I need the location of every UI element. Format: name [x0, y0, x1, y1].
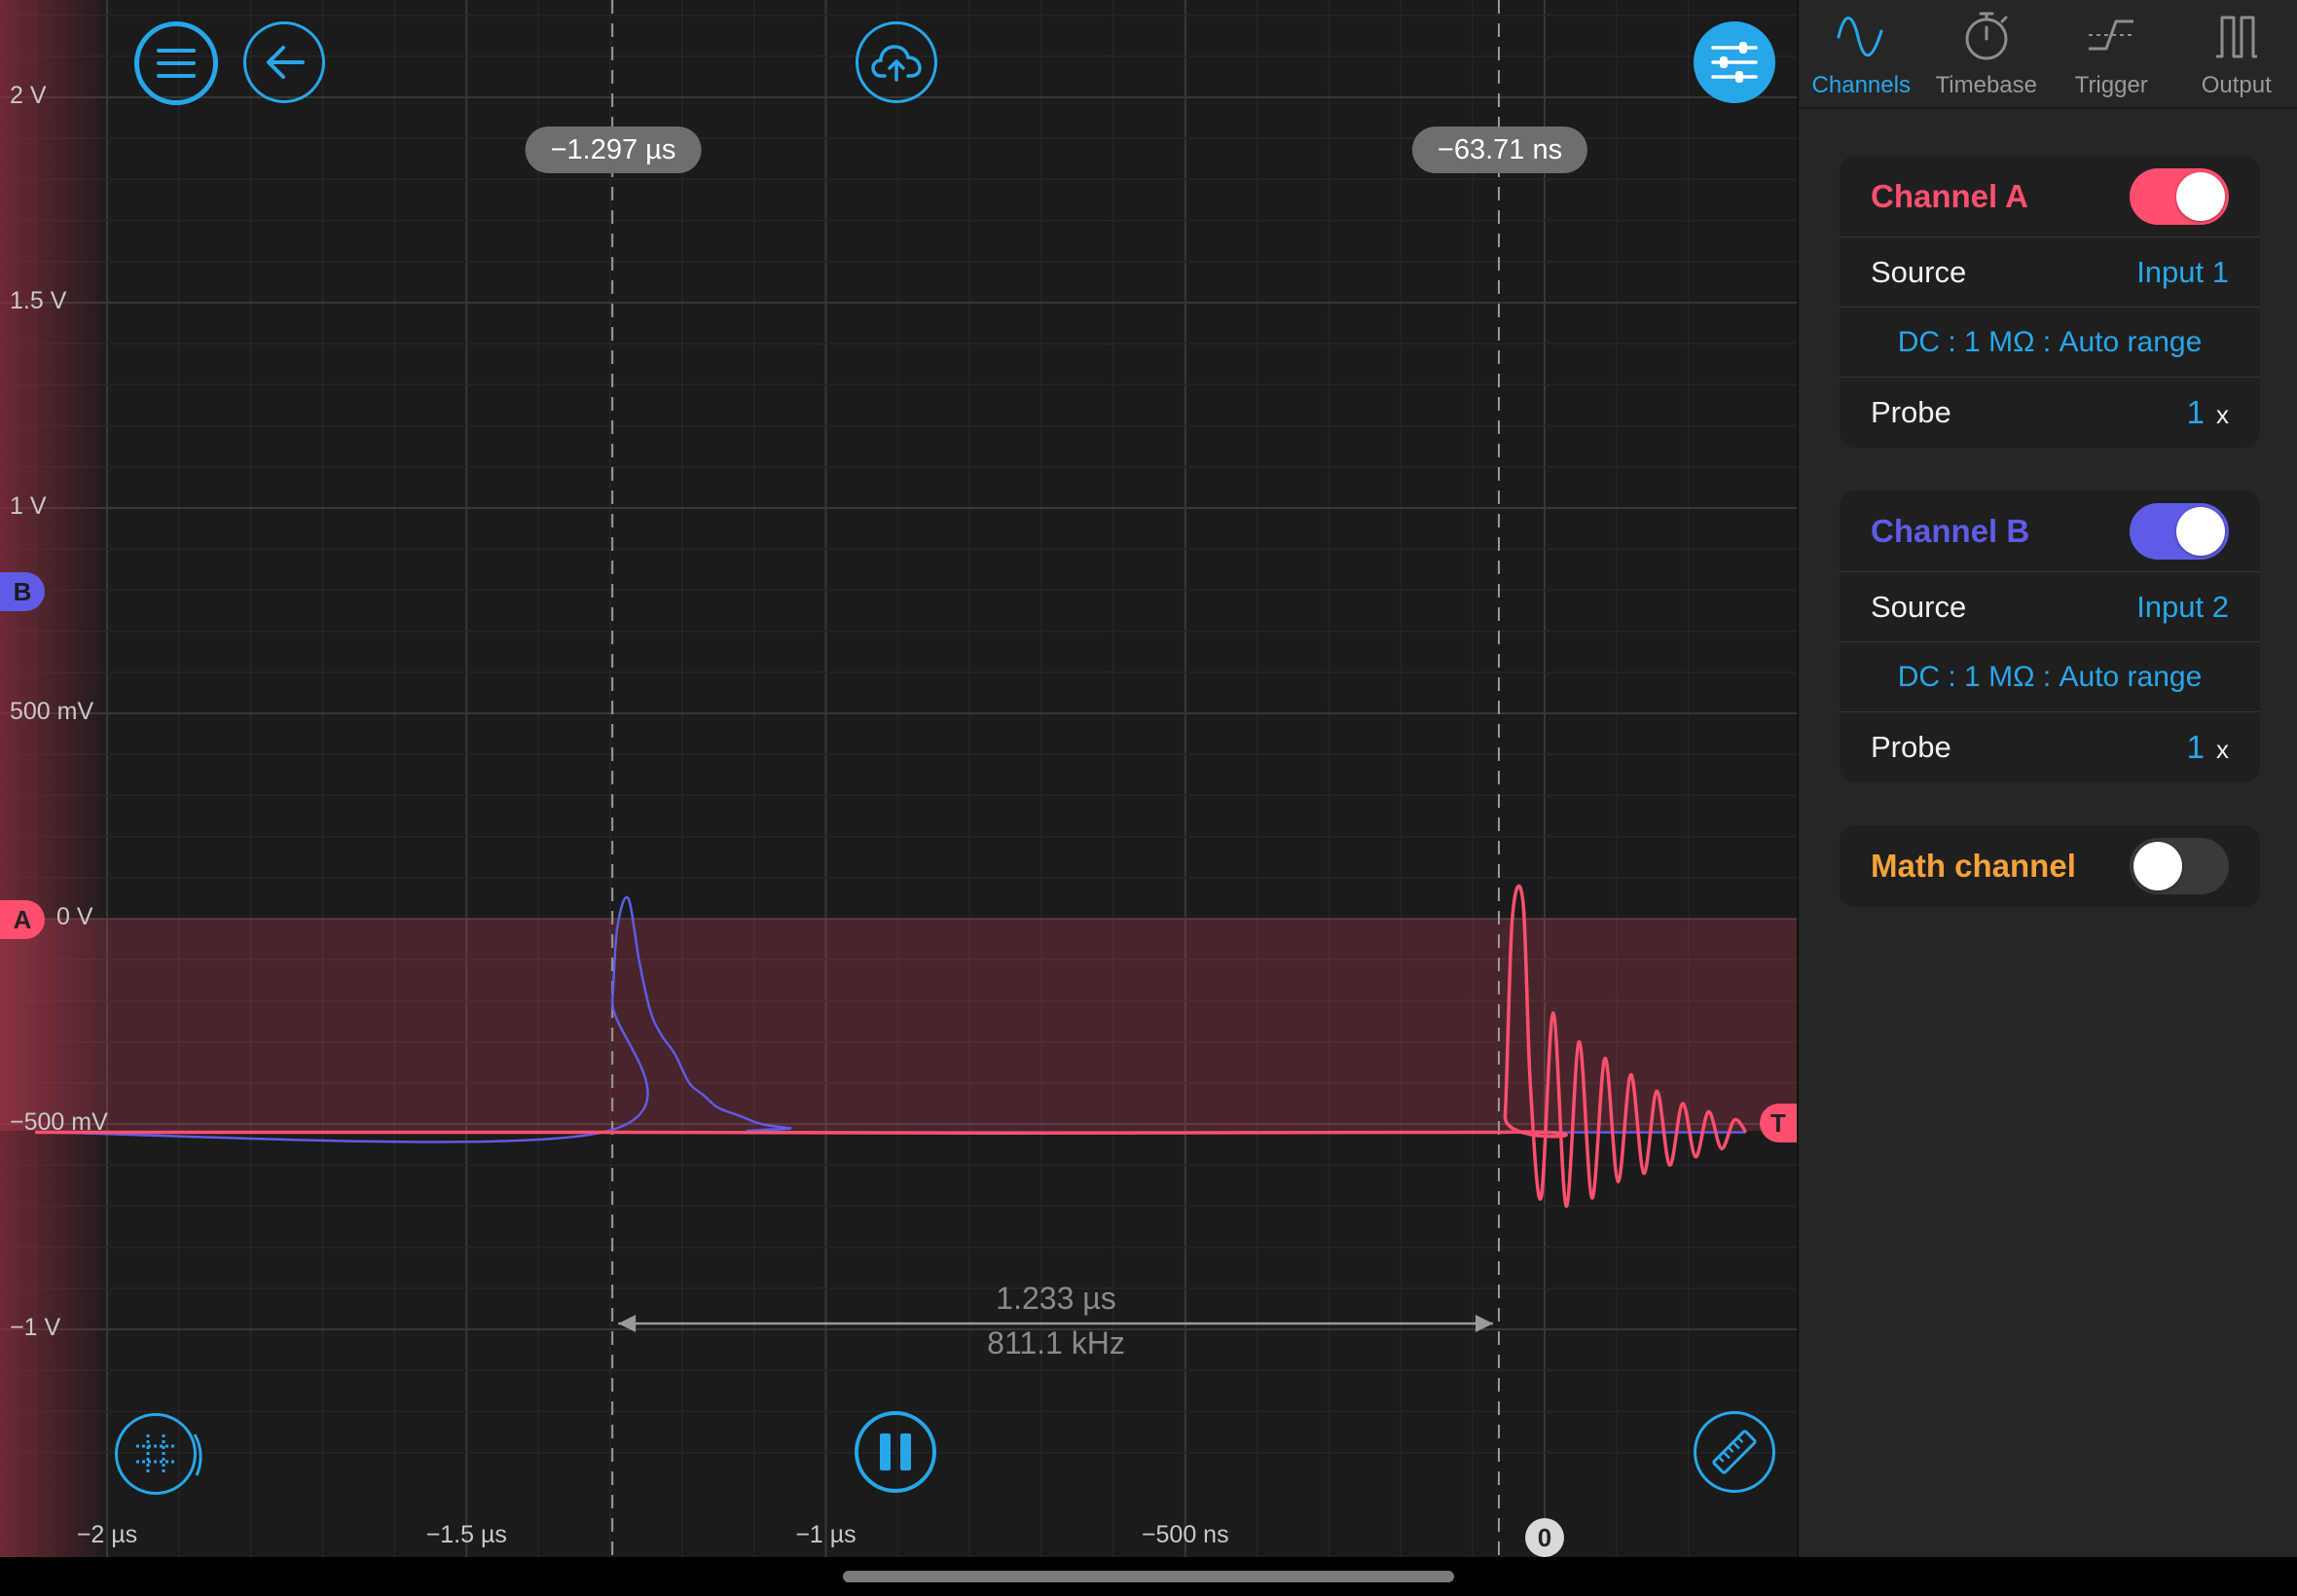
cloud-upload-icon — [871, 45, 922, 82]
y-axis-label: 0 V — [56, 903, 93, 930]
y-axis-label: −1 V — [10, 1314, 61, 1341]
sine-wave-icon — [1837, 17, 1883, 57]
sliders-icon — [1711, 42, 1758, 83]
settings-panel: Channels Timebase Trigger Output Channel… — [1797, 0, 2297, 1557]
channel-b-card: Channel B Source Input 2 DC : 1 MΩ : Aut… — [1840, 490, 2260, 782]
tab-trigger-label: Trigger — [2074, 72, 2148, 98]
ruler-icon — [1712, 1430, 1757, 1474]
marker-b-label: B — [13, 576, 32, 606]
x-axis-label: −1 µs — [795, 1521, 857, 1548]
scope-canvas[interactable] — [0, 0, 1797, 1557]
math-channel-title: Math channel — [1871, 848, 2076, 884]
stopwatch-icon — [1965, 12, 2008, 60]
y-axis-label: 2 V — [10, 82, 47, 109]
y-axis-label: −500 mV — [10, 1108, 108, 1136]
y-axis-label: 1 V — [10, 492, 47, 520]
x-axis-label: −500 ns — [1141, 1521, 1229, 1548]
channel-b-probe-value[interactable]: 1x — [2187, 729, 2229, 766]
channel-b-offset-marker[interactable]: B — [0, 572, 45, 611]
cloud-upload-button[interactable] — [856, 21, 937, 103]
channel-b-probe-number: 1 — [2186, 729, 2205, 765]
channel-b-source-value[interactable]: Input 2 — [2136, 590, 2229, 625]
arrow-left-icon — [267, 46, 305, 79]
tab-timebase[interactable]: Timebase — [1924, 0, 2050, 107]
tab-channels-label: Channels — [1811, 72, 1911, 98]
panel-tabs: Channels Timebase Trigger Output — [1799, 0, 2297, 109]
marker-t-label: T — [1770, 1107, 1786, 1138]
tab-timebase-label: Timebase — [1935, 72, 2037, 98]
tab-output-label: Output — [2201, 72, 2272, 98]
tab-output[interactable]: Output — [2174, 0, 2297, 107]
channel-a-probe-unit: x — [2216, 400, 2229, 429]
channel-a-probe-label: Probe — [1871, 395, 1951, 429]
channel-b-coupling-text: DC : 1 MΩ : Auto range — [1897, 660, 2203, 693]
channel-b-title: Channel B — [1871, 512, 2030, 549]
channel-a-offset-marker[interactable]: A — [0, 900, 45, 939]
marker-a-label: A — [13, 904, 32, 934]
measure-button[interactable] — [1694, 1411, 1775, 1493]
pause-icon — [880, 1433, 911, 1470]
tab-trigger[interactable]: Trigger — [2049, 0, 2174, 107]
math-channel-toggle[interactable] — [2130, 838, 2229, 894]
math-channel-card: Math channel — [1840, 825, 2260, 907]
hamburger-icon — [157, 49, 196, 78]
settings-button[interactable] — [1694, 21, 1775, 103]
channel-a-source-value[interactable]: Input 1 — [2136, 255, 2229, 290]
x-axis-label: −1.5 µs — [425, 1521, 507, 1548]
channel-a-card: Channel A Source Input 1 DC : 1 MΩ : Aut… — [1840, 156, 2260, 448]
cursor-left-readout[interactable]: −1.297 µs — [525, 127, 702, 173]
channel-b-probe-unit: x — [2216, 735, 2229, 764]
channel-a-coupling-text: DC : 1 MΩ : Auto range — [1897, 325, 2203, 358]
grid-button-ring — [193, 1433, 202, 1476]
measure-delta-time: 1.233 µs — [996, 1281, 1116, 1316]
channel-b-coupling[interactable]: DC : 1 MΩ : Auto range — [1840, 642, 2260, 712]
square-wave-icon — [2215, 16, 2257, 58]
channel-a-title: Channel A — [1871, 177, 2028, 214]
channel-a-probe-value[interactable]: 1x — [2187, 394, 2229, 431]
channel-b-toggle[interactable] — [2130, 502, 2229, 560]
measure-frequency: 811.1 kHz — [987, 1325, 1125, 1360]
oscilloscope-display[interactable]: 2 V 1.5 V 1 V 500 mV 0 V −500 mV −1 V −2 µs −1.… — [0, 0, 1797, 1557]
y-axis-label: 500 mV — [10, 698, 94, 725]
channel-a-probe-number: 1 — [2186, 394, 2205, 430]
home-indicator — [843, 1571, 1454, 1582]
channel-a-source-label: Source — [1871, 254, 1967, 289]
channel-a-toggle[interactable] — [2130, 167, 2229, 225]
channel-a-coupling[interactable]: DC : 1 MΩ : Auto range — [1840, 308, 2260, 378]
pause-button[interactable] — [855, 1411, 936, 1493]
channel-b-probe-label: Probe — [1871, 730, 1951, 764]
menu-button[interactable] — [134, 21, 218, 105]
tab-channels[interactable]: Channels — [1799, 0, 1924, 107]
trigger-edge-icon — [2089, 19, 2134, 51]
x-axis-label: −2 µs — [76, 1521, 138, 1548]
back-button[interactable] — [243, 21, 325, 103]
trigger-time-label: 0 — [1525, 1518, 1564, 1557]
cursor-right-readout[interactable]: −63.71 ns — [1411, 127, 1588, 173]
trigger-level-marker[interactable]: T — [1760, 1104, 1797, 1143]
y-axis-label: 1.5 V — [10, 287, 67, 314]
channel-b-source-label: Source — [1871, 589, 1967, 624]
